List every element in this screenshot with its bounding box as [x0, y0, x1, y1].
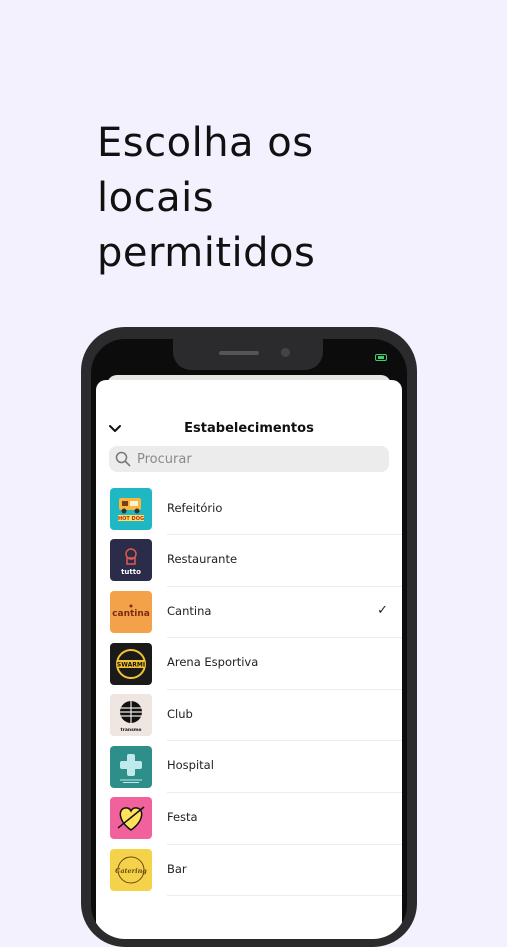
heart-icon [110, 797, 152, 840]
medical-cross-icon [110, 745, 152, 788]
list-item-arena-esportiva[interactable]: SWARMI Arena Esportiva [96, 638, 402, 690]
bar-logo-text: Catering [115, 867, 147, 875]
list-item-cantina[interactable]: cantina Cantina ✓ [96, 586, 402, 639]
list-item-label: Restaurante [167, 534, 402, 587]
list-item-label: Festa [167, 792, 402, 845]
cantina-logo: cantina [110, 590, 152, 633]
search-input[interactable] [135, 450, 379, 468]
list-item-label: Hospital [167, 740, 402, 794]
list-item-label: Cantina [167, 586, 402, 639]
camera-icon [281, 348, 290, 357]
list-item-label: Arena Esportiva [167, 637, 402, 690]
phone-notch [173, 339, 323, 370]
arena-badge-icon: SWARMI [110, 642, 152, 685]
establishments-list: HOT DOG Refeitório tutto Restaurante can… [96, 483, 402, 897]
list-item-label: Club [167, 689, 402, 742]
battery-icon [375, 354, 387, 361]
food-truck-icon: HOT DOG [110, 487, 152, 530]
speaker-grille [219, 351, 259, 355]
club-ball-icon: transmo [110, 694, 152, 737]
list-item-club[interactable]: transmo Club [96, 689, 402, 742]
hotdog-logo-text: HOT DOG [118, 516, 144, 522]
phone-frame: Estabelecimentos Procurar HOT DOG Refeit… [81, 327, 417, 947]
list-item-festa[interactable]: Festa [96, 793, 402, 845]
headline-line-3: permitidos [97, 230, 316, 276]
list-item-bar[interactable]: Catering Bar [96, 844, 402, 897]
cantina-logo-text: cantina [112, 609, 150, 619]
tutto-logo-text: tutto [121, 568, 141, 576]
sheet-header: Estabelecimentos [96, 380, 402, 436]
sheet-title: Estabelecimentos [184, 421, 314, 436]
search-icon [115, 451, 131, 467]
headline: Escolha os locais permitidos [97, 116, 417, 281]
list-item-label: Bar [167, 844, 402, 897]
headline-line-2: locais [97, 175, 215, 221]
list-item-hospital[interactable]: Hospital [96, 740, 402, 794]
headline-line-1: Escolha os [97, 120, 314, 166]
phone-screen: Estabelecimentos Procurar HOT DOG Refeit… [91, 339, 407, 939]
establishments-sheet: Estabelecimentos Procurar HOT DOG Refeit… [96, 380, 402, 939]
club-logo-text: transmo [120, 727, 141, 733]
checkmark-icon: ✓ [377, 603, 388, 619]
list-item-label: Refeitório [167, 483, 402, 536]
list-item-restaurante[interactable]: tutto Restaurante [96, 535, 402, 587]
chef-icon: tutto [110, 539, 152, 582]
search-bar[interactable] [109, 446, 389, 472]
list-item-refeitorio[interactable]: HOT DOG Refeitório [96, 483, 402, 536]
arena-logo-text: SWARMI [117, 661, 145, 668]
bar-logo: Catering [110, 848, 152, 891]
